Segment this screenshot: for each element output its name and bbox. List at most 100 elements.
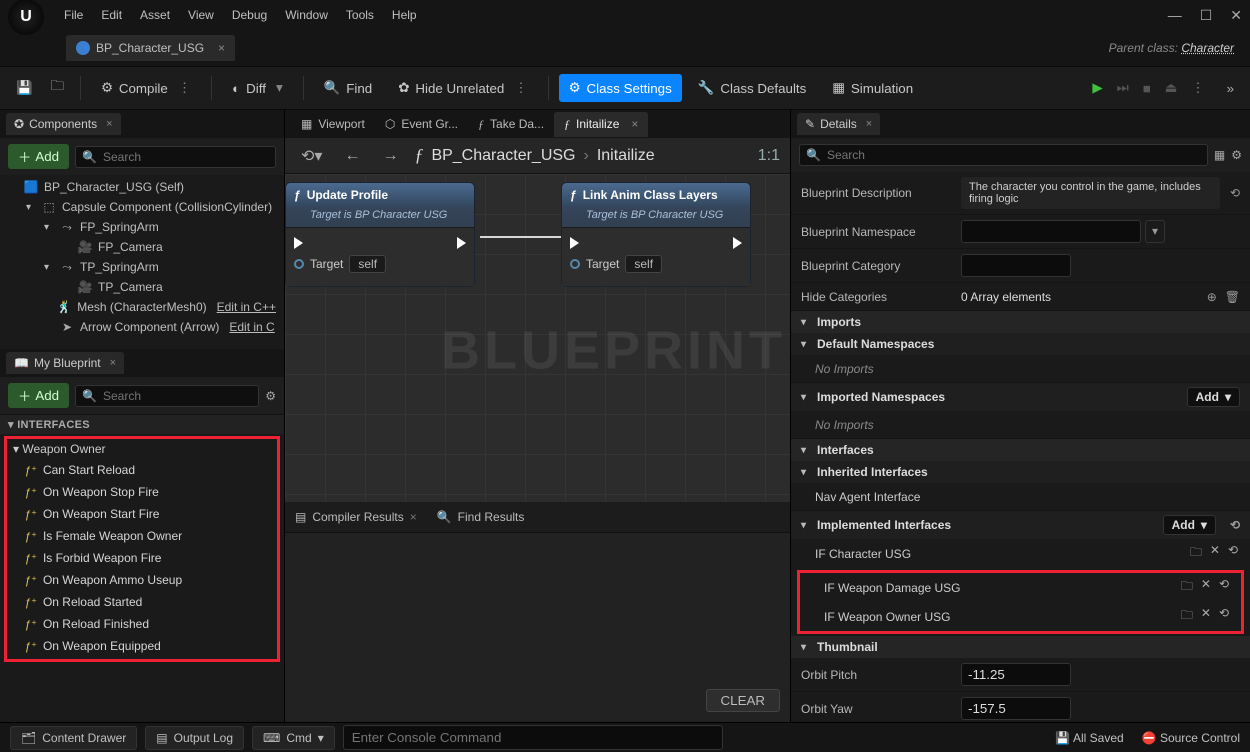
remove-icon[interactable]: ✕ (1210, 543, 1220, 564)
diff-button[interactable]: ◐Diff▾ (222, 74, 293, 102)
menu-asset[interactable]: Asset (140, 8, 170, 22)
hide-unrelated-button[interactable]: ✿Hide Unrelated⋮ (388, 74, 537, 102)
close-tab-icon[interactable]: × (218, 41, 225, 55)
component-fp_camera[interactable]: 🎥FP_Camera (0, 237, 284, 257)
my-blueprint-tab[interactable]: 📖 My Blueprint × (6, 352, 124, 374)
edit-link[interactable]: Edit in C++ (217, 300, 276, 314)
browse-icon[interactable]: 🗀 (1181, 606, 1193, 627)
row-nav-agent[interactable]: Nav Agent Interface (791, 483, 1250, 511)
expand-toolbar-icon[interactable]: » (1221, 75, 1240, 102)
simulation-button[interactable]: ▦Simulation (822, 74, 923, 102)
find-button[interactable]: 🔍Find (314, 74, 383, 102)
minimize-icon[interactable]: — (1168, 7, 1182, 24)
browse-icon[interactable]: 🗀 (1190, 543, 1202, 564)
gear-icon[interactable]: ⚙ (1231, 148, 1242, 162)
menu-view[interactable]: View (188, 8, 214, 22)
group-thumbnail[interactable]: ▾Thumbnail (791, 636, 1250, 658)
grid-icon[interactable]: ▦ (1214, 148, 1225, 162)
reset-icon[interactable]: ⟲ (1219, 606, 1229, 627)
tab-viewport[interactable]: ▦Viewport (291, 112, 375, 136)
component-mesh[interactable]: 🕺Mesh (CharacterMesh0)Edit in C++ (0, 297, 284, 317)
close-icon[interactable]: ✕ (1230, 7, 1242, 24)
menu-tools[interactable]: Tools (346, 8, 374, 22)
group-inherited-interfaces[interactable]: ▾Inherited Interfaces (791, 461, 1250, 483)
components-search[interactable]: 🔍 (75, 146, 276, 168)
category-input[interactable] (961, 254, 1071, 277)
menu-debug[interactable]: Debug (232, 8, 267, 22)
impl-interface-row[interactable]: IF Weapon Damage USG 🗀✕⟲ (800, 573, 1241, 602)
pin-dot[interactable] (294, 259, 304, 269)
components-tab[interactable]: ✪ Components × (6, 113, 121, 135)
gear-icon[interactable]: ⚙ (265, 389, 276, 403)
details-search[interactable]: 🔍 (799, 144, 1208, 166)
chevron-down-icon[interactable]: ▾ (1145, 220, 1165, 243)
interface-function[interactable]: ƒ⁺On Weapon Stop Fire (7, 481, 277, 503)
browse-icon[interactable]: 🗀 (1181, 577, 1193, 598)
interface-function[interactable]: ƒ⁺On Reload Started (7, 591, 277, 613)
impl-interface-row[interactable]: IF Character USG 🗀✕⟲ (791, 539, 1250, 568)
add-interface[interactable]: Add ▾ (1163, 515, 1216, 535)
group-default-ns[interactable]: ▾Default Namespaces (791, 333, 1250, 355)
component-tp_springarm[interactable]: ▾⤳TP_SpringArm (0, 257, 284, 277)
menu-edit[interactable]: Edit (101, 8, 122, 22)
close-icon[interactable]: × (110, 357, 116, 369)
breadcrumb-root[interactable]: BP_Character_USG (431, 147, 575, 165)
group-implemented-interfaces[interactable]: ▾Implemented Interfaces Add ▾ ⟲ (791, 511, 1250, 539)
orbit-yaw-input[interactable] (961, 697, 1071, 720)
interface-function[interactable]: ƒ⁺On Weapon Equipped (7, 635, 277, 657)
impl-interface-row[interactable]: IF Weapon Owner USG 🗀✕⟲ (800, 602, 1241, 631)
clear-button[interactable]: CLEAR (706, 689, 780, 712)
document-tab[interactable]: BP_Character_USG × (66, 35, 235, 61)
step-button[interactable]: ⏭ (1111, 74, 1135, 102)
console-input[interactable] (343, 725, 723, 750)
myblueprint-search[interactable]: 🔍 (75, 385, 259, 407)
add-blueprint-button[interactable]: ＋Add (8, 383, 69, 408)
interface-function[interactable]: ƒ⁺On Weapon Start Fire (7, 503, 277, 525)
exec-pin-in[interactable] (570, 237, 579, 249)
content-drawer-button[interactable]: 🗂Content Drawer (10, 726, 137, 750)
remove-icon[interactable]: ✕ (1201, 606, 1211, 627)
group-interfaces[interactable]: ▾Interfaces (791, 439, 1250, 461)
interface-function[interactable]: ƒ⁺On Weapon Ammo Useup (7, 569, 277, 591)
cmd-dropdown[interactable]: ⌨Cmd ▾ (252, 726, 335, 750)
close-icon[interactable]: × (106, 118, 112, 130)
component-bp_character_usg[interactable]: 🟦BP_Character_USG (Self) (0, 177, 284, 197)
reset-icon[interactable]: ⟲ (1230, 518, 1240, 532)
component-fp_springarm[interactable]: ▾⤳FP_SpringArm (0, 217, 284, 237)
component-arrow[interactable]: ➤Arrow Component (Arrow)Edit in C (0, 317, 284, 337)
play-options[interactable]: ⋮ (1185, 74, 1210, 102)
class-defaults-button[interactable]: 🔧Class Defaults (688, 74, 817, 102)
details-search-input[interactable] (827, 148, 1201, 162)
pin-dot[interactable] (570, 259, 580, 269)
graph-canvas[interactable]: BLUEPRINT ƒUpdate Profile Target is BP C… (285, 174, 790, 502)
add-namespace[interactable]: Add ▾ (1187, 387, 1240, 407)
component-capsule[interactable]: ▾⬚Capsule Component (CollisionCylinder) (0, 197, 284, 217)
exec-pin-out[interactable] (733, 237, 742, 249)
reset-icon[interactable]: ⟲ (1228, 543, 1238, 564)
tab-event-graph[interactable]: ⬡Event Gr... (375, 112, 468, 136)
nav-dropdown[interactable]: ⟲▾ (295, 142, 328, 170)
interface-group-title[interactable]: ▾ Weapon Owner (7, 439, 277, 459)
add-array-icon[interactable]: ⊕ (1207, 290, 1217, 304)
remove-icon[interactable]: ✕ (1201, 577, 1211, 598)
tab-take-damage[interactable]: ƒTake Da... (468, 112, 554, 137)
compile-button[interactable]: ⚙Compile⋮ (91, 74, 201, 102)
eject-button[interactable]: ⏏ (1159, 74, 1184, 102)
clear-array-icon[interactable]: 🗑 (1225, 290, 1240, 304)
tab-find-results[interactable]: 🔍Find Results (427, 505, 535, 529)
interface-function[interactable]: ƒ⁺Is Forbid Weapon Fire (7, 547, 277, 569)
reset-icon[interactable]: ⟲ (1219, 577, 1229, 598)
tab-initialize[interactable]: ƒInitailize× (554, 112, 648, 137)
breadcrumb-function[interactable]: Initailize (597, 147, 655, 165)
maximize-icon[interactable]: ☐ (1200, 7, 1213, 24)
all-saved-status[interactable]: 💾 All Saved (1055, 731, 1123, 745)
nav-back[interactable]: ← (338, 143, 366, 169)
namespace-input[interactable] (961, 220, 1141, 243)
output-log-button[interactable]: ▤Output Log (145, 726, 244, 750)
orbit-pitch-input[interactable] (961, 663, 1071, 686)
parent-class-link[interactable]: Character (1181, 41, 1234, 55)
interfaces-section[interactable]: ▾ INTERFACES (0, 414, 284, 434)
exec-pin-out[interactable] (457, 237, 466, 249)
myblueprint-search-input[interactable] (103, 389, 252, 403)
close-icon[interactable]: × (410, 510, 417, 524)
